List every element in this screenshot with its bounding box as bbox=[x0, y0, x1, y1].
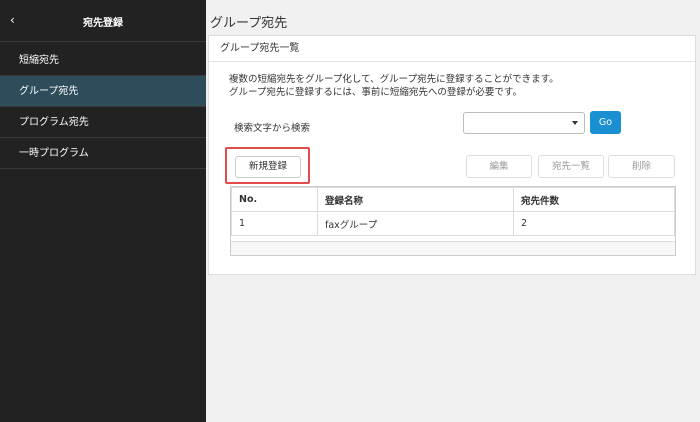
table-header-row: No. 登録名称 宛先件数 bbox=[231, 187, 675, 212]
sidebar-item-short-destination[interactable]: 短縮宛先 bbox=[0, 45, 206, 76]
description-line-1: 複数の短縮宛先をグループ化して、グループ宛先に登録することができます。 bbox=[229, 74, 559, 85]
table-footer bbox=[231, 241, 675, 255]
edit-button[interactable]: 編集 bbox=[466, 155, 532, 178]
group-table: No. 登録名称 宛先件数 1 faxグループ 2 bbox=[230, 186, 676, 256]
page-title: グループ宛先 bbox=[210, 16, 288, 31]
sidebar-item-temporary-program[interactable]: 一時プログラム bbox=[0, 138, 206, 169]
go-button[interactable]: Go bbox=[590, 111, 621, 134]
caret-down-icon bbox=[572, 121, 578, 125]
cell-name: faxグループ bbox=[317, 211, 514, 236]
destination-list-button[interactable]: 宛先一覧 bbox=[538, 155, 604, 178]
sidebar-title: 宛先登録 bbox=[83, 18, 123, 29]
column-header-count[interactable]: 宛先件数 bbox=[513, 187, 675, 212]
new-registration-button[interactable]: 新規登録 bbox=[235, 156, 301, 178]
group-list-panel: グループ宛先一覧 複数の短縮宛先をグループ化して、グループ宛先に登録することがで… bbox=[208, 35, 696, 275]
description-line-2: グループ宛先に登録するには、事前に短縮宛先への登録が必要です。 bbox=[229, 87, 522, 98]
table-row[interactable]: 1 faxグループ 2 bbox=[231, 211, 675, 236]
column-header-name[interactable]: 登録名称 bbox=[317, 187, 514, 212]
main-area: グループ宛先 グループ宛先一覧 複数の短縮宛先をグループ化して、グループ宛先に登… bbox=[206, 0, 700, 422]
sidebar-header: ‹ 宛先登録 bbox=[0, 0, 206, 42]
column-header-no[interactable]: No. bbox=[231, 187, 318, 212]
delete-button[interactable]: 削除 bbox=[608, 155, 675, 178]
sidebar-item-group-destination[interactable]: グループ宛先 bbox=[0, 76, 206, 107]
cell-count: 2 bbox=[513, 211, 675, 236]
cell-no: 1 bbox=[231, 211, 318, 236]
sidebar-item-program-destination[interactable]: プログラム宛先 bbox=[0, 107, 206, 138]
sidebar: ‹ 宛先登録 短縮宛先 グループ宛先 プログラム宛先 一時プログラム bbox=[0, 0, 206, 422]
description: 複数の短縮宛先をグループ化して、グループ宛先に登録することができます。 グループ… bbox=[229, 73, 559, 99]
panel-header: グループ宛先一覧 bbox=[209, 36, 695, 62]
search-select[interactable] bbox=[463, 112, 585, 134]
highlight-box: 新規登録 bbox=[225, 147, 310, 184]
search-label: 検索文字から検索 bbox=[234, 123, 311, 134]
